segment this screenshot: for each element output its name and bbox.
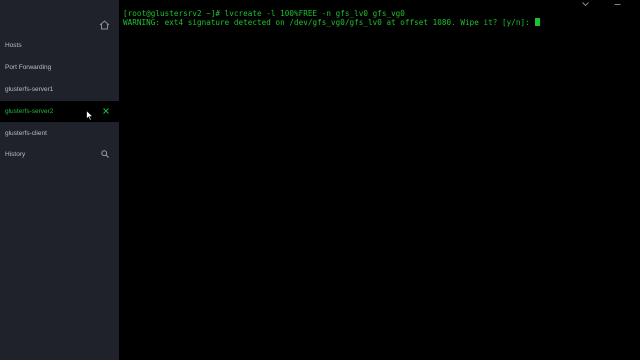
terminal-pane[interactable]: [root@glustersrv2 ~]# lvcreate -l 100%FR… bbox=[119, 0, 640, 360]
sidebar-item-glusterfs-server1[interactable]: glusterfs-server1 bbox=[0, 79, 119, 100]
dropdown-button[interactable] bbox=[580, 0, 590, 8]
search-icon bbox=[101, 150, 109, 158]
sidebar: Hosts Port Forwarding glusterfs-server1 … bbox=[0, 0, 119, 360]
sidebar-item-glusterfs-server2[interactable]: glusterfs-server2 bbox=[0, 101, 119, 122]
sidebar-item-port-forwarding[interactable]: Port Forwarding bbox=[0, 57, 119, 78]
minimize-button[interactable] bbox=[612, 0, 622, 8]
chevron-down-icon bbox=[581, 2, 589, 6]
sidebar-item-label: glusterfs-server2 bbox=[5, 108, 54, 115]
sidebar-item-label: History bbox=[5, 151, 26, 158]
history-search-button[interactable] bbox=[100, 149, 110, 159]
sidebar-item-label: glusterfs-client bbox=[5, 130, 47, 137]
close-icon bbox=[103, 108, 109, 114]
sidebar-item-hosts[interactable]: Hosts bbox=[0, 35, 119, 56]
terminal-line-text: WARNING: ext4 signature detected on /dev… bbox=[123, 18, 535, 27]
sidebar-item-label: Port Forwarding bbox=[5, 64, 52, 71]
terminal-cursor bbox=[535, 18, 541, 26]
sidebar-item-label: Hosts bbox=[5, 42, 22, 49]
home-icon bbox=[99, 19, 109, 29]
sidebar-item-label: glusterfs-server1 bbox=[5, 86, 54, 93]
home-button[interactable] bbox=[97, 18, 111, 31]
minimize-icon bbox=[614, 3, 620, 5]
terminal-prompt-line: WARNING: ext4 signature detected on /dev… bbox=[123, 18, 541, 27]
mouse-cursor-icon bbox=[86, 110, 94, 121]
close-tab-button[interactable] bbox=[101, 106, 111, 116]
sidebar-item-glusterfs-client[interactable]: glusterfs-client bbox=[0, 123, 119, 144]
terminal-line: [root@glustersrv2 ~]# lvcreate -l 100%FR… bbox=[123, 9, 405, 18]
